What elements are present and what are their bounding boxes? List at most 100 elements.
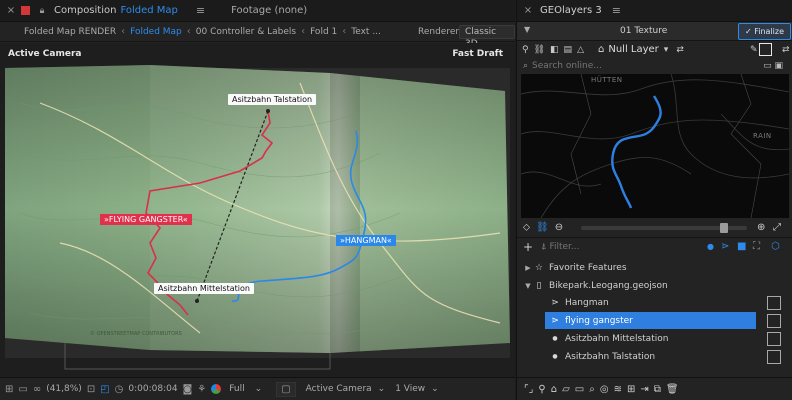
chevron-left-icon: ‹: [186, 26, 191, 37]
export-icon[interactable]: ⇥: [640, 384, 648, 395]
magnification-display[interactable]: (41,8%): [46, 384, 82, 394]
texture-name[interactable]: 01 Texture: [620, 26, 667, 36]
chevron-down-icon[interactable]: ⌄: [378, 384, 386, 394]
transparency-grid-icon[interactable]: ◰: [100, 384, 109, 395]
grid-icon[interactable]: ⊡: [87, 384, 95, 395]
region-box-icon[interactable]: ▢: [276, 381, 296, 397]
eyedropper-icon[interactable]: ✎: [750, 45, 758, 55]
layers-icon[interactable]: ≋: [614, 384, 622, 395]
terrain-icon[interactable]: △: [577, 45, 584, 55]
color-swatch[interactable]: [759, 43, 772, 56]
composition-color-icon: [21, 6, 30, 15]
minimap[interactable]: HÜTTEN RAIN: [521, 74, 789, 218]
composition-viewer[interactable]: © OPENSTREETMAP CONTRIBUTORS Active Came…: [0, 43, 515, 377]
geolayers-tab-bar: × GEOlayers 3 ≡: [517, 0, 792, 22]
goggles-icon[interactable]: ∞: [33, 384, 41, 395]
snapshot-icon[interactable]: ◙: [183, 384, 193, 395]
region-of-interest-icon[interactable]: ⊞: [5, 384, 13, 395]
timecode-display[interactable]: 0:00:08:04: [128, 384, 177, 394]
feature-row-mittelstation[interactable]: ● Asitzbahn Mittelstation: [517, 330, 792, 347]
swap-icon[interactable]: ⇄: [676, 45, 684, 55]
panel-menu-icon[interactable]: ≡: [196, 4, 205, 17]
feature-row-hangman[interactable]: ⋗ Hangman: [517, 294, 792, 311]
filter-input[interactable]: [549, 241, 670, 252]
point-filter-icon[interactable]: ●: [707, 242, 714, 251]
zoom-slider[interactable]: [581, 223, 747, 233]
geolayers-title[interactable]: GEOlayers 3: [540, 5, 602, 16]
map-label-mittelstation: Asitzbahn Mittelstation: [154, 283, 254, 294]
renderer-button[interactable]: Classic 3D: [459, 25, 515, 49]
composition-tab-title[interactable]: Composition: [54, 5, 116, 16]
flow-item-fold[interactable]: Fold 1: [310, 27, 337, 37]
footage-tab[interactable]: Footage (none): [231, 5, 307, 16]
pin-icon[interactable]: ⚲: [538, 384, 545, 395]
fullscreen-icon[interactable]: ⤢: [773, 222, 781, 233]
feature-checkbox[interactable]: [767, 331, 781, 346]
file-icon: ▯: [536, 280, 542, 291]
null-layer-select[interactable]: Null Layer: [608, 44, 658, 55]
fit-icon[interactable]: ⬦: [523, 222, 530, 233]
close-tab-icon[interactable]: ×: [521, 5, 535, 16]
view-options-icon[interactable]: ▭: [18, 384, 27, 395]
tag-icon: ⌂: [597, 44, 605, 55]
chevron-down-icon[interactable]: ⌄: [255, 384, 263, 394]
filter-icon: ⍋: [541, 241, 547, 252]
pin-icon[interactable]: ⚲: [522, 45, 529, 55]
media-icons[interactable]: ▭ ▣: [763, 61, 783, 71]
expand-icon[interactable]: ⛶: [753, 241, 760, 252]
flow-item-text[interactable]: Text ...: [351, 27, 381, 37]
line-filter-icon[interactable]: ⋗: [721, 241, 729, 252]
group-icon[interactable]: ⬡: [771, 241, 780, 252]
close-tab-icon[interactable]: ×: [4, 5, 18, 16]
zoom-out-icon[interactable]: ⊖: [555, 222, 563, 233]
feature-row-flying-gangster[interactable]: ⋗ flying gangster: [517, 312, 792, 329]
composition-name[interactable]: Folded Map: [120, 5, 177, 16]
flow-item-folded-map[interactable]: Folded Map: [130, 27, 182, 37]
zoom-icon[interactable]: ⌕: [589, 384, 595, 395]
feature-row-talstation[interactable]: ● Asitzbahn Talstation: [517, 348, 792, 365]
map-label-talstation: Asitzbahn Talstation: [228, 94, 317, 105]
finalize-button[interactable]: ✓ Finalize: [738, 23, 791, 40]
lock-icon[interactable]: 🔒︎: [36, 6, 48, 16]
search-input[interactable]: [532, 60, 733, 71]
zoom-slider-handle[interactable]: [720, 223, 729, 233]
show-snapshot-icon[interactable]: ⚘: [197, 384, 206, 395]
chevron-down-icon[interactable]: ▾: [664, 45, 669, 55]
add-icon[interactable]: +: [523, 240, 533, 254]
flow-item-render[interactable]: Folded Map RENDER: [24, 27, 116, 37]
tree-node-geojson[interactable]: ▼ ▯ Bikepark.Leogang.geojson: [517, 277, 792, 294]
zoom-in-icon[interactable]: ⊕: [757, 222, 765, 233]
swap-icon[interactable]: ⇄: [782, 45, 790, 55]
view-layout-select[interactable]: 1 View: [395, 384, 425, 394]
expand-arrow-icon[interactable]: ▶: [523, 264, 533, 272]
stack-icon[interactable]: ▤: [564, 45, 573, 55]
ring-icon[interactable]: ◎: [600, 384, 609, 395]
color-channel-icon[interactable]: [211, 384, 222, 394]
layers-add-icon[interactable]: ⊞: [627, 384, 635, 395]
link-icon[interactable]: ⛓: [534, 45, 545, 55]
folder-icon[interactable]: ▭: [575, 384, 584, 395]
resolution-select[interactable]: Full: [229, 384, 244, 394]
feature-checkbox[interactable]: [767, 295, 781, 310]
feature-checkbox[interactable]: [767, 349, 781, 364]
texture-dropdown-icon[interactable]: ▼: [524, 25, 530, 34]
polygon-filter-icon[interactable]: ■: [737, 241, 746, 252]
tree-node-favorites[interactable]: ▶ ☆ Favorite Features: [517, 259, 792, 276]
panel-menu-icon[interactable]: ≡: [612, 4, 621, 17]
point-icon: ●: [552, 335, 558, 342]
bookmark-icon[interactable]: ▱: [562, 384, 570, 395]
geolayers-toolbar: ⚲ ⛓ ◧ ▤ △ ⌂ Null Layer ▾ ⇄ ✎ ⇄: [517, 41, 792, 58]
feature-checkbox[interactable]: [767, 313, 781, 328]
chevron-down-icon[interactable]: ⌄: [431, 384, 439, 394]
flow-item-controller[interactable]: 00 Controller & Labels: [196, 27, 296, 37]
tree-node-label: Favorite Features: [549, 262, 627, 273]
bracket-icon[interactable]: ⌜⌟: [524, 384, 533, 395]
link-icon[interactable]: ⛓: [536, 222, 549, 233]
copy-icon[interactable]: ⧉: [654, 384, 661, 395]
camera-view-select[interactable]: Active Camera: [306, 384, 372, 394]
delete-icon[interactable]: 🗑︎: [666, 384, 679, 395]
cube-icon[interactable]: ◧: [550, 45, 559, 55]
collapse-arrow-icon[interactable]: ▼: [523, 282, 533, 290]
tag-icon[interactable]: ⌂: [551, 384, 557, 395]
feature-label: Asitzbahn Mittelstation: [565, 333, 669, 344]
